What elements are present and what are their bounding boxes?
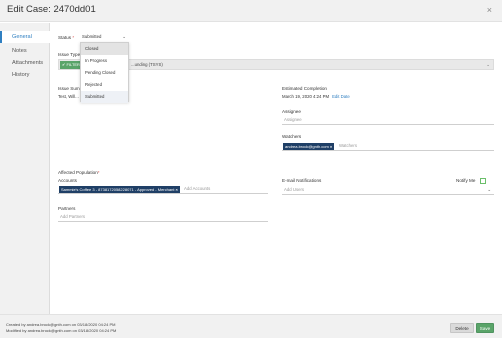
partners-label: Partners (58, 206, 76, 211)
edit-date-link[interactable]: Edit Date (332, 94, 350, 99)
estimated-completion-label: Estimated Completion (282, 86, 327, 91)
sidebar-item-history[interactable]: History (0, 69, 50, 81)
status-value: Submitted (82, 34, 102, 39)
notify-me-checkbox[interactable] (480, 178, 486, 184)
issue-type-tag: ✔ FILTER (60, 61, 82, 69)
issue-summary-label: Issue Sum (58, 86, 80, 91)
watcher-chip: andrea.brock@gnth.com× (283, 143, 335, 150)
accounts-label: Accounts (58, 178, 77, 183)
modified-by-text: Modified by andrea.brock@gnth.com on 03/… (6, 328, 117, 333)
status-dropdown: Closed In Progress Pending Closed Reject… (80, 42, 129, 103)
status-option-rejected[interactable]: Rejected (81, 79, 128, 91)
email-notifications-input[interactable]: Add Users ⌄ (282, 186, 494, 195)
assignee-label: Assignee (282, 109, 301, 114)
status-option-submitted[interactable]: Submitted (81, 91, 128, 103)
close-icon[interactable]: × (487, 5, 492, 15)
created-by-text: Created by andrea.brock@gnth.com on 03/1… (6, 322, 116, 327)
notify-me-label: Notify Me (456, 178, 476, 183)
assignee-input[interactable]: Assignee (282, 116, 494, 125)
issue-type-value: ...unding (TSYS) (131, 62, 163, 67)
remove-account-icon[interactable]: × (175, 187, 177, 192)
sidebar-item-notes[interactable]: Notes (0, 45, 50, 57)
dialog-footer: Created by andrea.brock@gnth.com on 03/1… (0, 314, 502, 338)
sidebar: General Notes Attachments History (0, 23, 50, 314)
affected-population-label: Affected Population* (58, 170, 100, 175)
dialog-header: Edit Case: 2470dd01 × (0, 0, 502, 22)
remove-watcher-icon[interactable]: × (330, 144, 332, 149)
email-notifications-placeholder: Add Users (284, 187, 305, 192)
watchers-label: Watchers (282, 134, 302, 139)
save-button[interactable]: Save (476, 323, 494, 333)
status-option-in-progress[interactable]: In Progress (81, 55, 128, 67)
partners-input[interactable]: Add Partners (58, 213, 268, 222)
accounts-placeholder: Add Accounts (184, 186, 211, 191)
sidebar-item-attachments[interactable]: Attachments (0, 57, 50, 69)
chevron-down-icon: ⌄ (122, 34, 126, 39)
status-option-pending-closed[interactable]: Pending Closed (81, 67, 128, 79)
chevron-down-icon: ⌄ (487, 187, 491, 192)
watchers-placeholder: Watchers (339, 143, 357, 148)
account-chip: Sammie's Coffee 3 - 8738172058228071 - A… (59, 186, 180, 193)
email-notifications-label: E-mail Notifications (282, 178, 322, 183)
status-select[interactable]: Submitted ⌄ (80, 33, 128, 42)
status-label: Status * (58, 35, 75, 40)
issue-summary-value[interactable]: Test, Will... (58, 94, 79, 99)
chevron-down-icon: ⌄ (486, 62, 490, 67)
estimated-completion-value: March 19, 2020 4:24 PM Edit Date (282, 94, 350, 99)
delete-button[interactable]: Delete (450, 323, 474, 333)
status-option-closed[interactable]: Closed (81, 43, 128, 55)
sidebar-item-general[interactable]: General (0, 31, 50, 43)
page-title: Edit Case: 2470dd01 (7, 4, 96, 15)
issue-type-label: Issue Type (58, 52, 81, 57)
